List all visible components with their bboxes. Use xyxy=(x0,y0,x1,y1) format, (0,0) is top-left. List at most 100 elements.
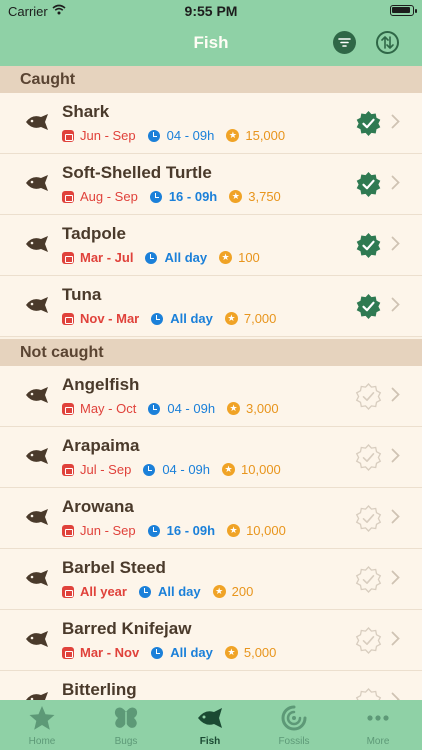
fish-name: Barred Knifejaw xyxy=(62,619,192,638)
caught-badge-icon[interactable] xyxy=(355,293,382,320)
fish-details: All year All day ★ 200 xyxy=(62,584,253,599)
clock-icon xyxy=(151,312,164,325)
tab-bar: Home Bugs Fish Fossils More xyxy=(0,700,422,750)
tab-label: Home xyxy=(28,736,56,747)
fish-name: Tuna xyxy=(62,285,102,304)
fish-details: Jun - Sep 16 - 09h ★ 10,000 xyxy=(62,523,286,538)
tab-bugs[interactable]: Bugs xyxy=(84,700,168,750)
fish-name: Arapaima xyxy=(62,436,140,455)
fish-hours: 04 - 09h xyxy=(166,128,215,143)
fish-price: 10,000 xyxy=(241,462,281,477)
fish-name: Arowana xyxy=(62,497,134,516)
list-item[interactable]: Soft-Shelled Turtle Aug - Sep 16 - 09h ★… xyxy=(0,154,422,215)
list-item[interactable]: Tuna Nov - Mar All day ★ 7,000 xyxy=(0,276,422,337)
calendar-icon xyxy=(62,585,74,598)
chevron-right-icon xyxy=(391,175,400,190)
calendar-icon xyxy=(62,402,74,415)
uncaught-badge-icon[interactable] xyxy=(355,566,382,593)
bell-price-icon: ★ xyxy=(224,646,238,659)
fish-icon xyxy=(26,448,48,464)
filter-button[interactable] xyxy=(333,31,356,54)
fish-hours: 16 - 09h xyxy=(166,523,216,538)
calendar-icon xyxy=(62,312,74,325)
tab-fish[interactable]: Fish xyxy=(168,700,252,750)
fish-months: May - Oct xyxy=(80,401,137,416)
chevron-right-icon xyxy=(391,297,400,312)
sort-button[interactable] xyxy=(376,31,399,54)
fish-price: 5,000 xyxy=(243,645,277,660)
list-item[interactable]: Tadpole Mar - Jul All day ★ 100 xyxy=(0,215,422,276)
calendar-icon xyxy=(62,129,74,142)
calendar-icon xyxy=(62,190,74,203)
fish-months: Jul - Sep xyxy=(80,462,132,477)
list-item[interactable]: Angelfish May - Oct 04 - 09h ★ 3,000 xyxy=(0,366,422,427)
list-item[interactable]: Arapaima Jul - Sep 04 - 09h ★ 10,000 xyxy=(0,427,422,488)
chevron-right-icon xyxy=(391,387,400,402)
fish-icon xyxy=(26,509,48,525)
bell-price-icon: ★ xyxy=(226,129,240,142)
fish-name: Barbel Steed xyxy=(62,558,166,577)
fish-price: 10,000 xyxy=(246,523,286,538)
uncaught-badge-icon[interactable] xyxy=(355,505,382,532)
bell-price-icon: ★ xyxy=(219,251,233,264)
chevron-right-icon xyxy=(391,114,400,129)
fish-name: Shark xyxy=(62,102,110,121)
list-item[interactable]: Barred Knifejaw Mar - Nov All day ★ 5,00… xyxy=(0,610,422,671)
chevron-right-icon xyxy=(391,448,400,463)
fish-name: Angelfish xyxy=(62,375,140,394)
tab-label: Fish xyxy=(199,736,221,747)
fish-months: Nov - Mar xyxy=(80,311,140,326)
bell-price-icon: ★ xyxy=(222,463,236,476)
fish-price: 100 xyxy=(238,250,260,265)
fish-hours: All day xyxy=(170,645,213,660)
uncaught-badge-icon[interactable] xyxy=(355,444,382,471)
status-bar: Carrier 9:55 PM xyxy=(0,0,422,22)
calendar-icon xyxy=(62,524,74,537)
tab-label: Fossils xyxy=(278,736,310,747)
tab-more[interactable]: More xyxy=(336,700,420,750)
fish-months: Jun - Sep xyxy=(80,128,136,143)
fish-details: Mar - Jul All day ★ 100 xyxy=(62,250,260,265)
fish-months: Mar - Nov xyxy=(80,645,140,660)
section-header-caught: Caught xyxy=(0,66,422,93)
tab-fossils[interactable]: Fossils xyxy=(252,700,336,750)
butterfly-icon xyxy=(114,707,138,728)
fish-details: Nov - Mar All day ★ 7,000 xyxy=(62,311,276,326)
clock-time: 9:55 PM xyxy=(184,3,238,19)
battery-icon xyxy=(390,5,417,16)
list-item[interactable]: Shark Jun - Sep 04 - 09h ★ 15,000 xyxy=(0,93,422,154)
uncaught-badge-icon[interactable] xyxy=(355,627,382,654)
fish-details: May - Oct 04 - 09h ★ 3,000 xyxy=(62,401,279,416)
bell-price-icon: ★ xyxy=(227,524,241,537)
uncaught-badge-icon[interactable] xyxy=(355,383,382,410)
bell-price-icon: ★ xyxy=(229,190,243,203)
tab-home[interactable]: Home xyxy=(0,700,84,750)
fish-price: 3,750 xyxy=(248,189,281,204)
fish-name: Tadpole xyxy=(62,224,126,243)
page-title: Fish xyxy=(193,33,229,52)
tab-label: More xyxy=(366,736,390,747)
clock-icon xyxy=(143,463,156,476)
fish-months: Mar - Jul xyxy=(80,250,134,265)
clock-icon xyxy=(147,524,160,537)
clock-icon xyxy=(145,251,158,264)
fish-hours: 16 - 09h xyxy=(168,189,218,204)
chevron-right-icon xyxy=(391,509,400,524)
fish-name: Bitterling xyxy=(62,680,137,699)
bell-price-icon: ★ xyxy=(224,312,238,325)
caught-badge-icon[interactable] xyxy=(355,232,382,259)
sort-arrows-icon xyxy=(381,36,394,49)
fish-details: Mar - Nov All day ★ 5,000 xyxy=(62,645,276,660)
fish-months: All year xyxy=(80,584,127,599)
caught-badge-icon[interactable] xyxy=(355,171,382,198)
clock-icon xyxy=(149,190,162,203)
list-item[interactable]: Barbel Steed All year All day ★ 200 xyxy=(0,549,422,610)
section-header-not-caught: Not caught xyxy=(0,339,422,366)
fish-months: Aug - Sep xyxy=(80,189,138,204)
filter-icon xyxy=(338,38,351,47)
caught-badge-icon[interactable] xyxy=(355,110,382,137)
chevron-right-icon xyxy=(391,236,400,251)
list-item[interactable]: Arowana Jun - Sep 16 - 09h ★ 10,000 xyxy=(0,488,422,549)
clock-icon xyxy=(147,129,160,142)
chevron-right-icon xyxy=(391,631,400,646)
